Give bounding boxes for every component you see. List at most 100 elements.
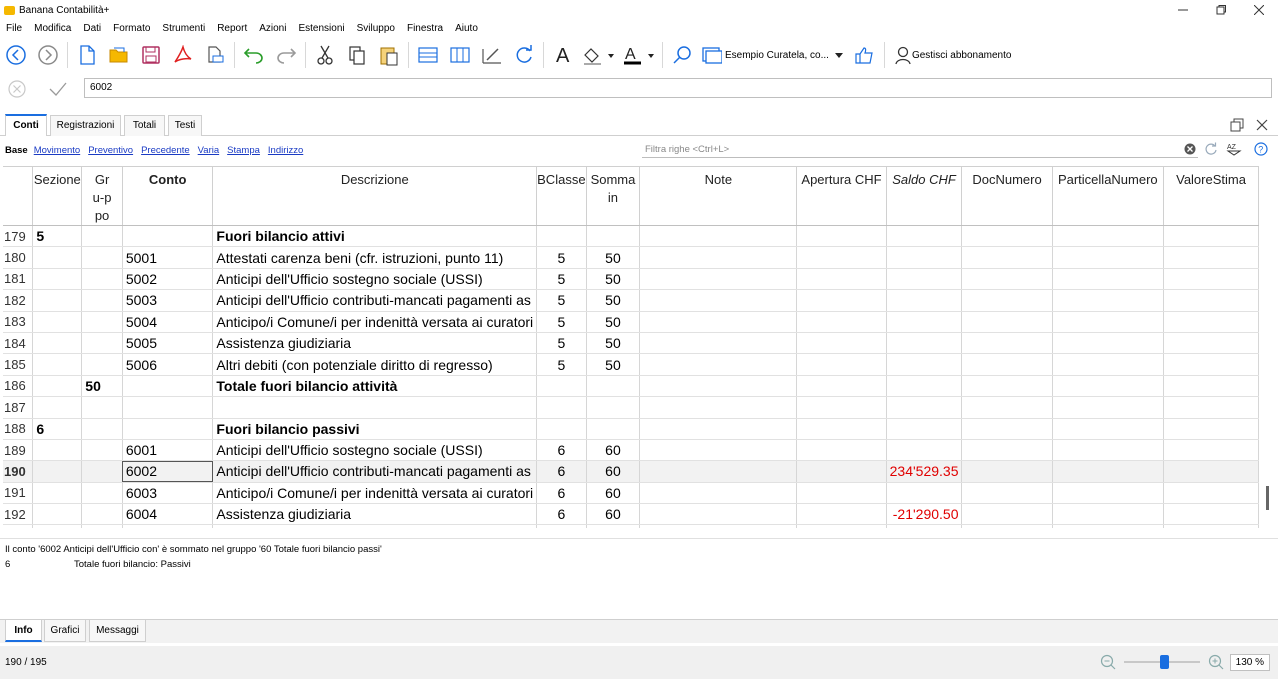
- menu-azioni[interactable]: Azioni: [253, 23, 292, 34]
- cell-particellanumero[interactable]: [1052, 246, 1165, 269]
- cell-bclasse[interactable]: 5: [536, 332, 587, 355]
- cell-apertura[interactable]: [796, 460, 887, 483]
- cell-valorestima[interactable]: [1163, 482, 1259, 505]
- cell-apertura[interactable]: [796, 482, 887, 505]
- cell-note[interactable]: [639, 503, 798, 526]
- header-descrizione[interactable]: Descrizione: [212, 167, 538, 226]
- cell-somma-in[interactable]: 50: [586, 332, 641, 355]
- menu-finestra[interactable]: Finestra: [401, 23, 449, 34]
- cell-descrizione[interactable]: Altri debiti (con potenziale diritto di …: [212, 524, 538, 528]
- view-movimento[interactable]: Movimento: [34, 145, 80, 156]
- cell-bclasse[interactable]: 6: [536, 439, 587, 462]
- view-stampa[interactable]: Stampa: [227, 145, 260, 156]
- table-row[interactable]: 180 5001 Attestati carenza beni (cfr. istr…: [3, 246, 1259, 269]
- table-row[interactable]: 185 5006 Altri debiti (con potenziale diri…: [3, 353, 1259, 376]
- view-base[interactable]: Base: [5, 145, 28, 156]
- cell-apertura[interactable]: [796, 375, 887, 398]
- table-row[interactable]: 189 6001 Anticipi dell'Ufficio sostegno so…: [3, 439, 1259, 462]
- cell-particellanumero[interactable]: [1052, 225, 1165, 248]
- cell-saldo[interactable]: [886, 524, 963, 528]
- cell-somma-in[interactable]: 60: [586, 460, 641, 483]
- header-docnumero[interactable]: DocNumero: [961, 167, 1053, 226]
- menu-aiuto[interactable]: Aiuto: [449, 23, 484, 34]
- cell-sezione[interactable]: [32, 268, 83, 291]
- cell-descrizione[interactable]: Anticipi dell'Ufficio contributi-mancati…: [212, 289, 538, 312]
- redo-button[interactable]: [270, 39, 302, 71]
- close-window-button[interactable]: [1240, 0, 1278, 20]
- cell-docnumero[interactable]: [961, 268, 1053, 291]
- cell-note[interactable]: [639, 268, 798, 291]
- menu-strumenti[interactable]: Strumenti: [156, 23, 211, 34]
- header-sezione[interactable]: Sezione: [32, 167, 83, 226]
- tab-messaggi[interactable]: Messaggi: [89, 620, 146, 642]
- cell-docnumero[interactable]: [961, 503, 1053, 526]
- recalculate-button[interactable]: [508, 39, 540, 71]
- cell-conto[interactable]: 5002: [122, 268, 214, 291]
- menu-file[interactable]: File: [0, 23, 28, 34]
- cell-bclasse[interactable]: 6: [536, 460, 587, 483]
- header-saldo[interactable]: Saldo CHF: [886, 167, 963, 226]
- cell-apertura[interactable]: [796, 418, 887, 440]
- cell-somma-in[interactable]: 50: [586, 311, 641, 333]
- cell-particellanumero[interactable]: [1052, 268, 1165, 291]
- manage-subscription-button[interactable]: Gestisci abbonamento: [888, 41, 1018, 69]
- help-icon[interactable]: ?: [1254, 142, 1268, 156]
- cell-gruppo[interactable]: [81, 225, 123, 248]
- cell-valorestima[interactable]: [1163, 332, 1259, 355]
- table-row[interactable]: 192 6004 Assistenza giudiziaria 6 60 -21'290.…: [3, 503, 1259, 526]
- view-precedente[interactable]: Precedente: [141, 145, 190, 156]
- cell-saldo[interactable]: [886, 375, 963, 398]
- cell-somma-in[interactable]: [586, 375, 641, 398]
- cell-somma-in[interactable]: 50: [586, 353, 641, 376]
- cell-docnumero[interactable]: [961, 460, 1053, 483]
- tab-registrazioni[interactable]: Registrazioni: [50, 115, 121, 136]
- copy-button[interactable]: [341, 39, 373, 71]
- menu-formato[interactable]: Formato: [107, 23, 156, 34]
- cell-gruppo[interactable]: [81, 418, 123, 440]
- cell-somma-in[interactable]: 50: [586, 289, 641, 312]
- cell-bclasse[interactable]: 5: [536, 353, 587, 376]
- cell-gruppo[interactable]: [81, 246, 123, 269]
- cell-somma-in[interactable]: 50: [586, 246, 641, 269]
- cell-gruppo[interactable]: [81, 524, 123, 528]
- cell-sezione[interactable]: 5: [32, 225, 83, 248]
- cell-conto[interactable]: [122, 225, 214, 248]
- cell-sezione[interactable]: [32, 375, 83, 398]
- cell-valorestima[interactable]: [1163, 418, 1259, 440]
- view-varia[interactable]: Varia: [198, 145, 219, 156]
- menu-dati[interactable]: Dati: [77, 23, 107, 34]
- cell-docnumero[interactable]: [961, 289, 1053, 312]
- cell-sezione[interactable]: [32, 246, 83, 269]
- menu-modifica[interactable]: Modifica: [28, 23, 77, 34]
- font-button[interactable]: A: [547, 39, 579, 71]
- cell-gruppo[interactable]: [81, 439, 123, 462]
- table-row[interactable]: 193 6005Altri debiti (con potenziale diri…: [3, 524, 1259, 528]
- cell-particellanumero[interactable]: [1052, 460, 1165, 483]
- cell-apertura[interactable]: [796, 332, 887, 355]
- tab-info[interactable]: Info: [5, 620, 42, 642]
- cell-saldo[interactable]: [886, 225, 963, 248]
- cell-gruppo[interactable]: [81, 289, 123, 312]
- header-somma-in[interactable]: Somma in: [586, 167, 641, 226]
- cell-note[interactable]: [639, 524, 798, 528]
- print-preview-button[interactable]: [199, 39, 231, 71]
- cell-bclasse[interactable]: 5: [536, 311, 587, 333]
- header-gruppo[interactable]: Gru-ppo: [81, 167, 123, 226]
- header-particellanumero[interactable]: ParticellaNumero: [1052, 167, 1165, 226]
- tab-conti[interactable]: Conti: [5, 114, 47, 136]
- undock-window-icon[interactable]: [1230, 118, 1244, 132]
- cell-saldo[interactable]: [886, 332, 963, 355]
- view-preventivo[interactable]: Preventivo: [88, 145, 133, 156]
- header-apertura[interactable]: Apertura CHF: [796, 167, 887, 226]
- cell-conto[interactable]: [122, 396, 214, 419]
- menu-report[interactable]: Report: [211, 23, 253, 34]
- cell-particellanumero[interactable]: [1052, 396, 1165, 419]
- cell-note[interactable]: [639, 246, 798, 269]
- cell-bclasse[interactable]: [536, 225, 587, 248]
- cell-particellanumero[interactable]: [1052, 332, 1165, 355]
- table-row[interactable]: 187: [3, 396, 1259, 419]
- cell-apertura[interactable]: [796, 524, 887, 528]
- cell-apertura[interactable]: [796, 439, 887, 462]
- open-file-window-button[interactable]: [849, 39, 881, 71]
- text-color-button[interactable]: A: [619, 39, 659, 71]
